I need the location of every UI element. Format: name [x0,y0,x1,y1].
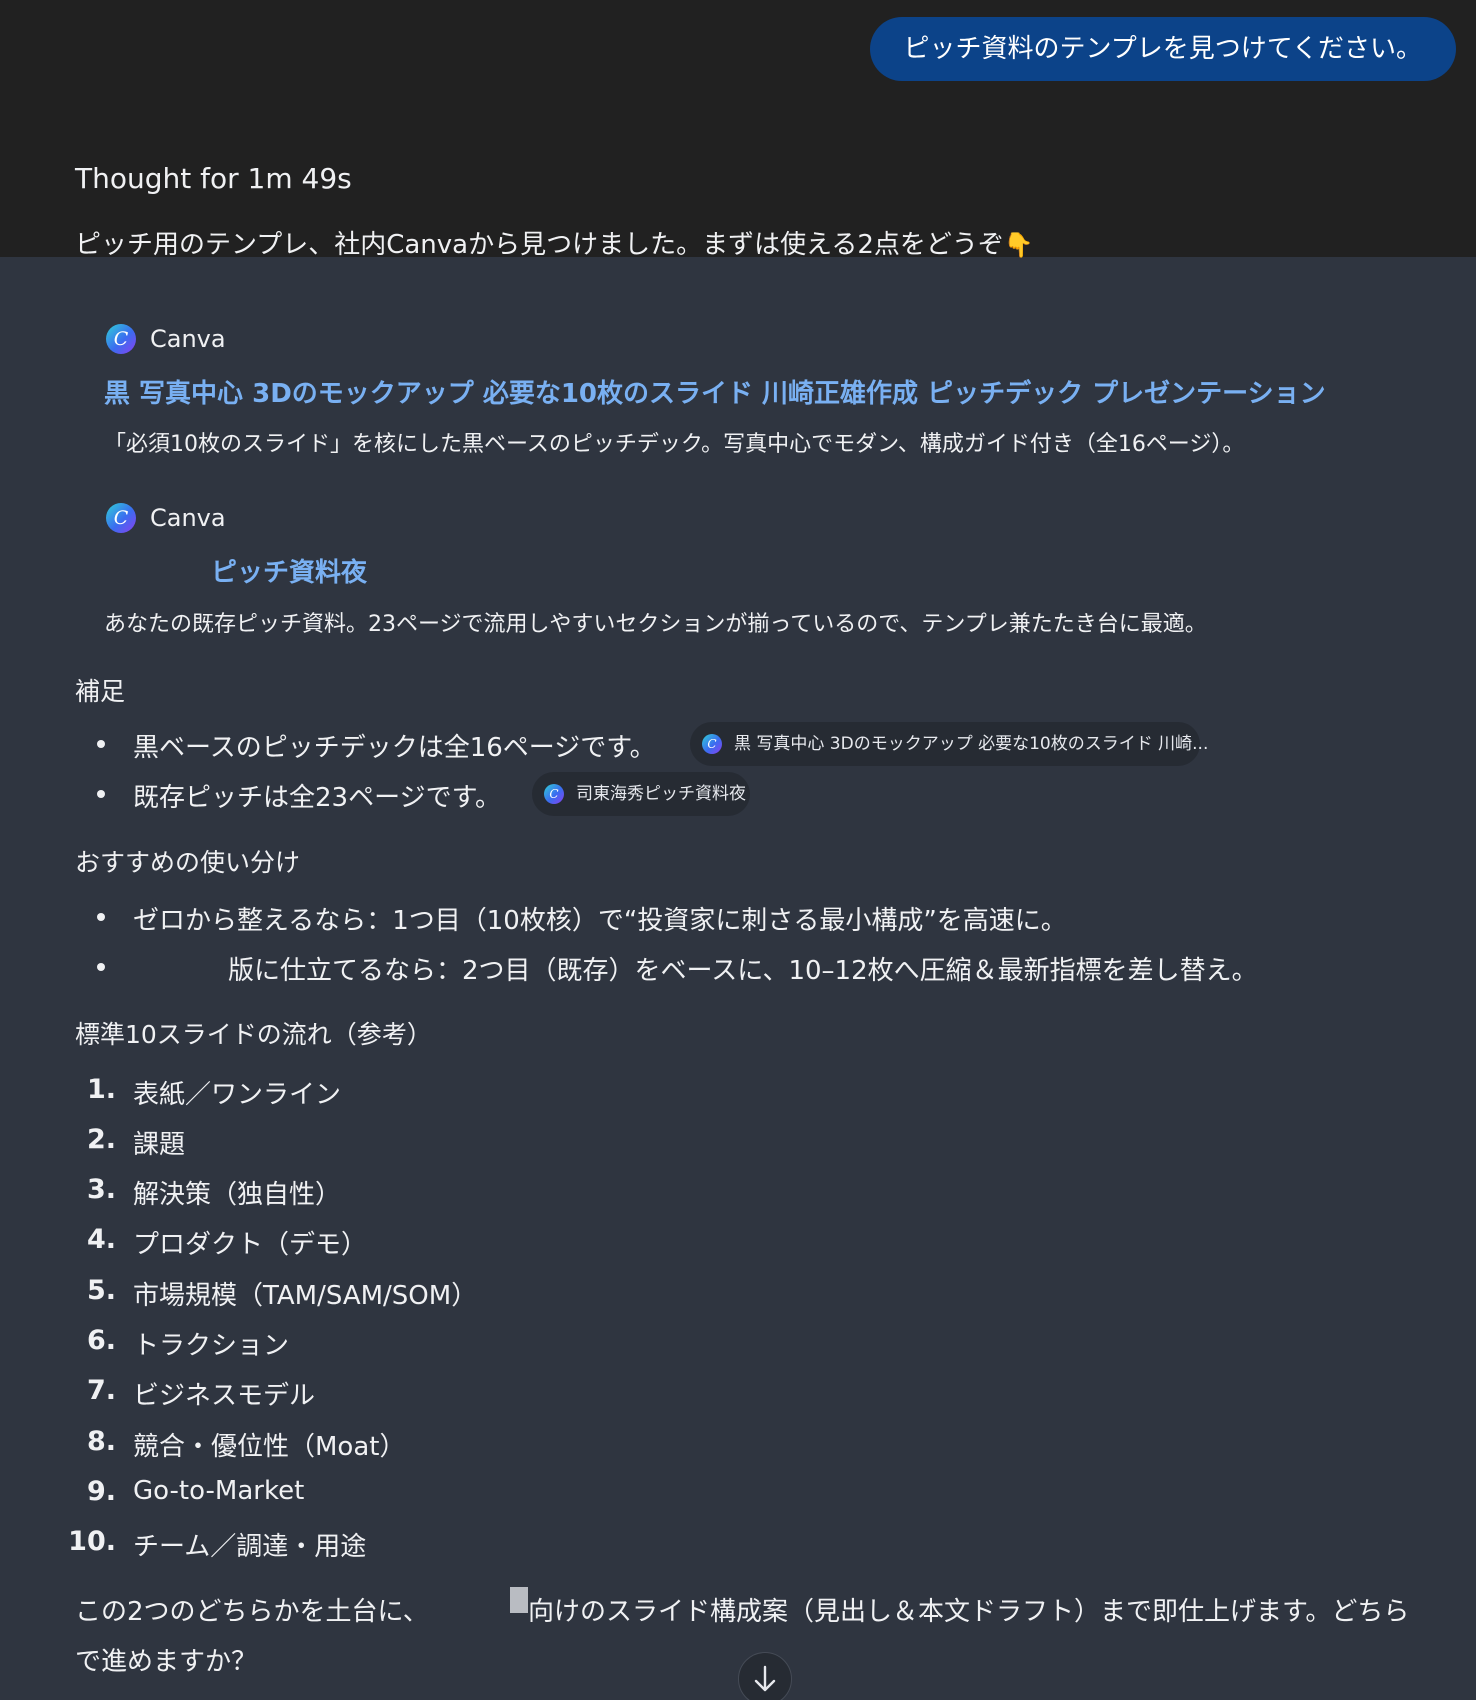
thought-toggle[interactable]: Thought for 1m 49s [75,162,352,195]
closing-text-end: 向けのスライド構成案（見出し＆本文ドラフト）まで即仕上げます。どちら [528,1597,1410,1627]
chat-view: ピッチ資料のテンプレを見つけてください。 Thought for 1m 49s … [0,0,1476,1700]
citation-label: 司東海秀ピッチ資料夜 [576,784,746,804]
citation-chip[interactable]: C 黒 写真中心 3Dのモックアップ 必要な10枚のスライド 川崎... [690,722,1208,766]
result-description: 「必須10枚のスライド」を核にした黒ベースのピッチデック。写真中心でモダン、構成… [104,432,1245,457]
result-source: Canva [150,504,226,532]
canva-icon: C [544,784,564,804]
canva-icon: C [106,503,136,533]
result-description: あなたの既存ピッチ資料。23ページで流用しやすいセクションが揃っているので、テン… [104,612,1207,637]
recommend-item: ゼロから整えるなら：1つ目（10枚核）で“投資家に刺さる最小構成”を高速に。 [133,906,1067,936]
list-item: Go-to-Market [133,1476,305,1506]
result-title-link[interactable]: ピッチ資料夜 [211,552,367,589]
list-number: 3. [86,1174,116,1205]
list-item: 解決策（独自性） [133,1180,342,1210]
intro-text-body: ピッチ用のテンプレ、社内Canvaから見つけました。まずは使える2点をどうぞ [75,230,1004,260]
list-number: 1. [86,1074,116,1105]
list-number: 5. [86,1275,116,1306]
canva-icon: C [702,734,722,754]
closing-text-line2: で進めますか？ [75,1647,258,1677]
citation-chip[interactable]: C 司東海秀ピッチ資料夜 [532,772,750,816]
list-item: チーム／調達・用途 [133,1532,367,1562]
supplement-item: 既存ピッチは全23ページです。 [133,783,501,813]
list-number: 2. [86,1124,116,1155]
bullet [97,963,105,971]
list-item: 市場規模（TAM/SAM/SOM） [133,1281,478,1311]
redaction-block [510,1587,528,1613]
pointing-down-emoji: 👇 [1003,231,1034,259]
list-item: 表紙／ワンライン [133,1080,342,1110]
list-item: 競合・優位性（Moat） [133,1432,406,1462]
standard-heading: 標準10スライドの流れ（参考） [75,1020,432,1049]
list-number: 6. [86,1325,116,1356]
bullet [97,790,105,798]
list-number: 8. [86,1426,116,1457]
result-source: Canva [150,325,226,353]
citation-label: 黒 写真中心 3Dのモックアップ 必要な10枚のスライド 川崎... [734,734,1209,754]
user-message-bubble: ピッチ資料のテンプレを見つけてください。 [869,17,1456,81]
list-number: 10. [68,1526,116,1557]
list-item: ビジネスモデル [133,1381,316,1411]
arrow-down-icon [754,1665,776,1692]
recommend-heading: おすすめの使い分け [75,848,301,877]
scroll-to-bottom-button[interactable] [738,1652,792,1700]
closing-text-start: この2つのどちらかを土台に、 [75,1597,429,1627]
list-item: 課題 [133,1130,186,1160]
list-item: トラクション [133,1331,290,1361]
list-number: 4. [86,1224,116,1255]
supplement-item: 黒ベースのピッチデックは全16ページです。 [133,733,656,763]
result-title-link[interactable]: 黒 写真中心 3Dのモックアップ 必要な10枚のスライド 川崎正雄作成 ピッチデ… [104,373,1326,410]
intro-text: ピッチ用のテンプレ、社内Canvaから見つけました。まずは使える2点をどうぞ👇 [75,224,1034,261]
list-number: 7. [86,1375,116,1406]
bullet [97,913,105,921]
canva-icon: C [106,324,136,354]
list-number: 9. [86,1476,116,1507]
bullet [97,740,105,748]
supplement-heading: 補足 [75,677,126,706]
list-item: プロダクト（デモ） [133,1230,368,1260]
recommend-item: 版に仕立てるなら：2つ目（既存）をベースに、10–12枚へ圧縮＆最新指標を差し替… [228,956,1258,986]
